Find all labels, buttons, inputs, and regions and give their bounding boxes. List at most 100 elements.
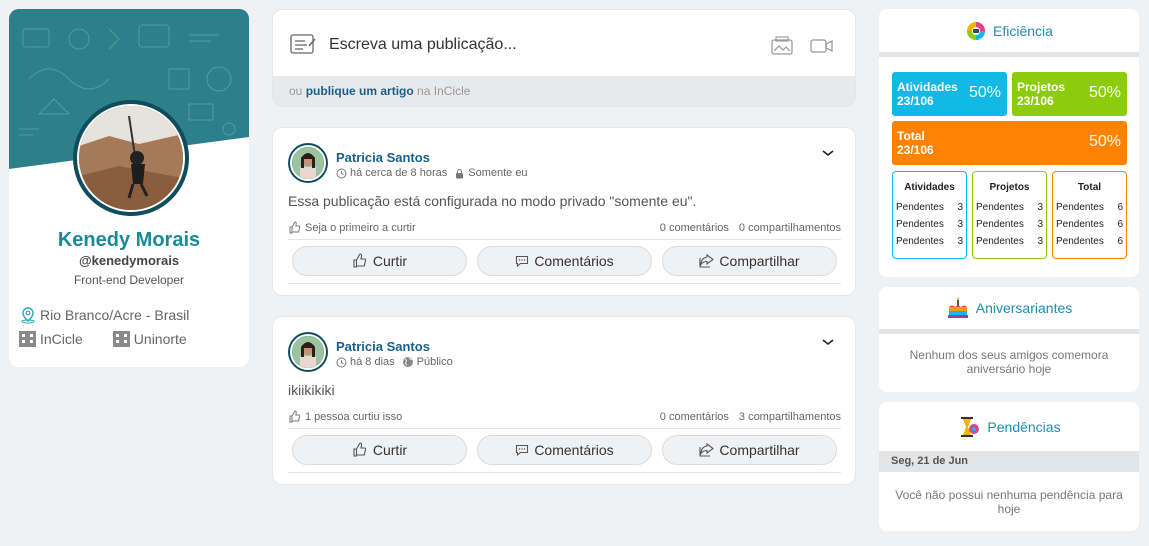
thumbs-up-icon xyxy=(289,221,301,234)
birthdays-empty-text: Nenhum dos seus amigos comemora aniversá… xyxy=(909,348,1109,376)
tile-label: Total xyxy=(897,129,925,143)
post-likes: Seja o primeiro a curtir xyxy=(288,221,416,234)
box-row-value: 3 xyxy=(1037,236,1043,247)
profile-role: Front-end Developer xyxy=(73,273,185,287)
clock-icon xyxy=(336,357,347,367)
org-uninorte[interactable]: Uninorte xyxy=(112,331,187,347)
tile-label: Atividades xyxy=(897,80,958,94)
post-shares-count[interactable]: 0 compartilhamentos xyxy=(739,222,841,234)
pending-title: Pendências xyxy=(987,418,1061,435)
share-button[interactable]: Compartilhar xyxy=(662,246,837,276)
box-row-value: 6 xyxy=(1117,219,1123,230)
profile-card: Kenedy Morais @kenedymorais Front-end De… xyxy=(9,9,249,367)
post-meta: há 8 dias Público xyxy=(336,356,453,368)
pending-empty-text: Você não possui nenhuma pendência para h… xyxy=(895,488,1123,516)
lock-icon xyxy=(456,168,464,178)
chevron-down-icon[interactable] xyxy=(821,337,835,347)
publish-article-link[interactable]: publique um artigo xyxy=(306,84,414,98)
like-button[interactable]: Curtir xyxy=(292,435,467,465)
pending-widget: Pendências Seg, 21 de Jun Você não possu… xyxy=(879,402,1139,531)
like-button[interactable]: Curtir xyxy=(292,246,467,276)
tile-percent: 50% xyxy=(1088,133,1121,150)
like-label: Curtir xyxy=(372,442,408,458)
composer-footer: ou publique um artigo na InCicle xyxy=(273,76,855,106)
box-title: Projetos xyxy=(989,182,1030,193)
box-row-label: Pendentes xyxy=(896,202,944,213)
efficiency-title: Eficiência xyxy=(993,22,1053,39)
pending-header: Pendências xyxy=(879,402,1139,451)
like-label: Curtir xyxy=(372,253,408,269)
tile-activities[interactable]: Atividades 23/106 50% xyxy=(892,72,1007,116)
post-shares-count[interactable]: 3 compartilhamentos xyxy=(739,411,841,423)
post-actions: Curtir Comentários Compartilhar xyxy=(292,246,837,276)
composer-input[interactable]: Escreva uma publicação... xyxy=(329,36,517,54)
comment-button[interactable]: Comentários xyxy=(477,435,652,465)
post-author-name[interactable]: Patricia Santos xyxy=(336,339,430,354)
share-icon xyxy=(699,443,715,457)
post-author-avatar[interactable] xyxy=(288,143,328,183)
thumbs-up-icon xyxy=(353,442,366,457)
box-row-label: Pendentes xyxy=(1056,236,1104,247)
tile-ratio: 23/106 xyxy=(897,94,934,108)
divider xyxy=(288,283,841,284)
post-comments-count[interactable]: 0 comentários xyxy=(660,411,729,423)
birthdays-title: Aniversariantes xyxy=(975,300,1073,316)
box-row: Pendentes 3 xyxy=(976,199,1043,216)
divider xyxy=(288,239,841,240)
post-likes-text[interactable]: 1 pessoa curtiu isso xyxy=(305,411,402,423)
total-box: Total Pendentes 6 Pendentes 6 Pendentes 6 xyxy=(1052,171,1127,259)
share-button[interactable]: Compartilhar xyxy=(662,435,837,465)
hourglass-icon xyxy=(961,416,980,437)
map-pin-icon xyxy=(21,307,35,324)
post-privacy: Público xyxy=(416,356,453,368)
post-comments-count[interactable]: 0 comentários xyxy=(660,222,729,234)
comment-button[interactable]: Comentários xyxy=(477,246,652,276)
org-label: Uninorte xyxy=(133,331,187,347)
post-time: há cerca de 8 horas xyxy=(350,167,448,179)
post-likes: 1 pessoa curtiu isso xyxy=(288,410,402,423)
feed-post: Patricia Santos há 8 dias Público ikiiki… xyxy=(272,316,856,485)
birthdays-header: Aniversariantes xyxy=(879,287,1139,334)
projects-box: Projetos Pendentes 3 Pendentes 3 Pendentes… xyxy=(972,171,1047,259)
divider xyxy=(288,472,841,473)
video-icon[interactable] xyxy=(810,38,834,54)
building-icon xyxy=(112,331,130,347)
post-counts: 0 comentários 3 compartilhamentos xyxy=(660,411,841,423)
thumbs-up-icon xyxy=(289,410,301,423)
box-row: Pendentes 3 xyxy=(896,216,963,233)
box-title: Total xyxy=(1077,182,1102,193)
comment-label: Comentários xyxy=(534,442,614,458)
post-likes-text: Seja o primeiro a curtir xyxy=(305,221,416,234)
box-row-value: 3 xyxy=(957,219,963,230)
box-row: Pendentes 3 xyxy=(896,233,963,250)
photo-icon[interactable] xyxy=(770,36,794,56)
post-author-name[interactable]: Patricia Santos xyxy=(336,150,430,165)
org-incicle[interactable]: InCicle xyxy=(19,331,83,347)
post-actions: Curtir Comentários Compartilhar xyxy=(292,435,837,465)
tile-label: Projetos xyxy=(1017,80,1066,94)
post-time: há 8 dias xyxy=(350,356,395,368)
globe-icon xyxy=(402,357,413,367)
box-row-value: 3 xyxy=(957,236,963,247)
profile-photo xyxy=(79,106,183,210)
box-row-label: Pendentes xyxy=(1056,202,1104,213)
divider xyxy=(288,428,841,429)
tile-total[interactable]: Total 23/106 50% xyxy=(892,121,1127,165)
post-composer[interactable]: Escreva uma publicação... ou publique um… xyxy=(272,9,856,107)
chevron-down-icon[interactable] xyxy=(821,148,835,158)
box-row-value: 6 xyxy=(1117,202,1123,213)
profile-name[interactable]: Kenedy Morais xyxy=(9,229,249,252)
post-author-avatar[interactable] xyxy=(288,332,328,372)
box-row-value: 6 xyxy=(1117,236,1123,247)
profile-location-text: Rio Branco/Acre - Brasil xyxy=(40,307,190,323)
profile-avatar[interactable] xyxy=(73,100,189,216)
box-row-label: Pendentes xyxy=(896,219,944,230)
tile-projects[interactable]: Projetos 23/106 50% xyxy=(1012,72,1127,116)
activities-box: Atividades Pendentes 3 Pendentes 3 Pendent… xyxy=(892,171,967,259)
footer-suffix: na InCicle xyxy=(417,84,471,98)
box-row: Pendentes 6 xyxy=(1056,233,1123,250)
tile-ratio: 23/106 xyxy=(1017,94,1054,108)
author-photo xyxy=(292,336,324,368)
post-meta: há cerca de 8 horas Somente eu xyxy=(336,167,528,179)
comment-icon xyxy=(516,255,529,267)
